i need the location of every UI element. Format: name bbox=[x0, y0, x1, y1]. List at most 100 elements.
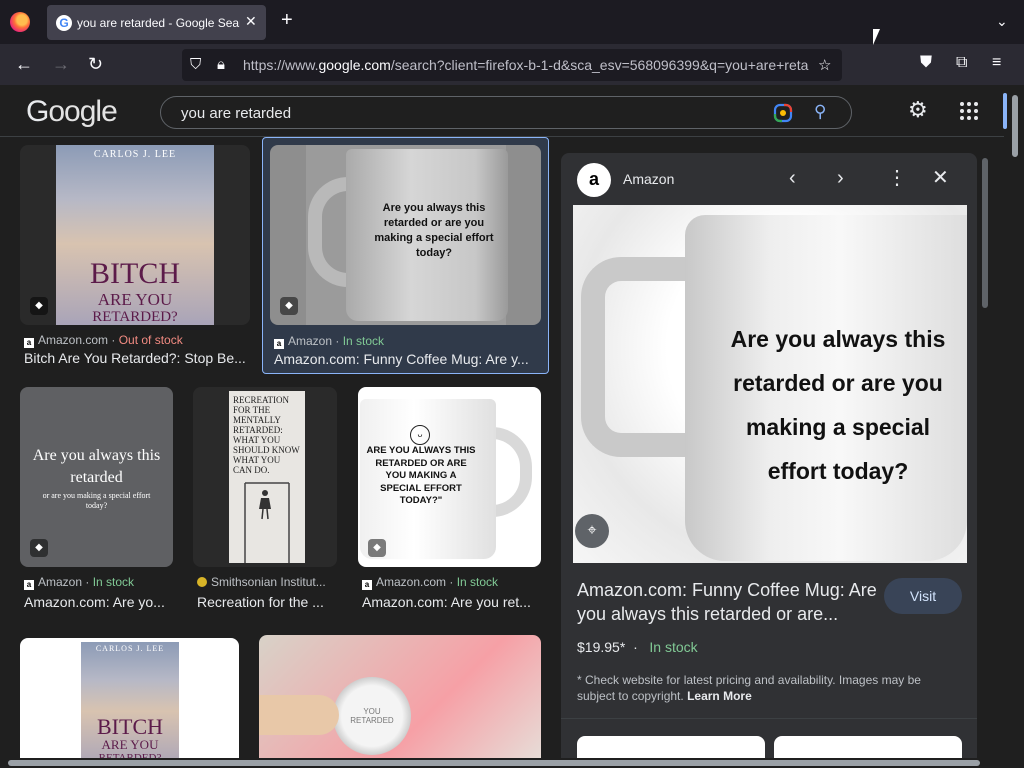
visit-button[interactable]: Visit bbox=[884, 578, 962, 614]
amazon-logo-icon[interactable]: a bbox=[577, 163, 611, 197]
image-result[interactable]: YOU RETARDED bbox=[259, 635, 541, 768]
mug-text-line: effort today? bbox=[767, 458, 909, 484]
result-title[interactable]: Amazon.com: Funny Coffee Mug: Are y... bbox=[274, 351, 540, 368]
close-icon[interactable]: ✕ bbox=[932, 167, 949, 189]
mug-text: Are you always this retarded or are you … bbox=[374, 202, 494, 259]
book-cover-image: CARLOS J. LEE BITCH ARE YOU RETARDED? bbox=[56, 145, 214, 325]
horizontal-scrollbar-thumb[interactable] bbox=[8, 760, 980, 766]
image-result-selected[interactable]: Are you always this retarded or are you … bbox=[262, 137, 549, 374]
thumb-text: or are you making a special effort today… bbox=[42, 491, 151, 510]
image-result[interactable]: CARLOS J. LEE BITCH ARE YOU RETARDED? ◆ … bbox=[20, 145, 250, 373]
mouse-cursor bbox=[873, 29, 880, 45]
panel-source[interactable]: Amazon bbox=[623, 171, 674, 188]
panel-header: a Amazon ‹ › ⋮ ✕ bbox=[561, 153, 977, 205]
tab-title: you are retarded - Google Search bbox=[77, 16, 240, 30]
result-thumbnail[interactable]: Are you always this retarded or are you … bbox=[20, 387, 173, 567]
search-icon[interactable]: ⚲ bbox=[814, 102, 826, 122]
mug-text: Are you always this retarded or are you … bbox=[725, 317, 951, 493]
google-header: Google you are retarded ⚲ ⚙ bbox=[0, 85, 1007, 137]
horizontal-scrollbar[interactable] bbox=[0, 758, 1024, 768]
result-thumbnail[interactable]: ᴗ ARE YOU ALWAYS THIS RETARDED OR ARE YO… bbox=[358, 387, 541, 567]
panel-price-line: $19.95* · In stock bbox=[577, 639, 698, 655]
thumb-text: Are you always this retarded bbox=[32, 447, 161, 486]
emoji-face-icon: ᴗ bbox=[410, 425, 430, 445]
panel-scrollbar[interactable] bbox=[982, 158, 988, 308]
google-lens-icon[interactable]: ⌖ bbox=[575, 514, 609, 548]
result-title[interactable]: Recreation for the ... bbox=[197, 594, 337, 611]
amazon-favicon-icon: a bbox=[274, 339, 284, 349]
chevron-left-icon[interactable]: ‹ bbox=[789, 167, 796, 189]
result-source: a Amazon.com · Out of stock bbox=[24, 333, 250, 348]
lock-icon[interactable]: 🔒︎ bbox=[217, 56, 225, 73]
image-result[interactable]: Are you always this retarded or are you … bbox=[20, 387, 173, 613]
divider bbox=[561, 718, 977, 719]
google-results-page: Google you are retarded ⚲ ⚙ CARLOS J. LE… bbox=[0, 85, 1024, 768]
search-query[interactable]: you are retarded bbox=[181, 105, 291, 122]
bookmark-star-icon[interactable]: ☆ bbox=[818, 56, 831, 74]
chevron-right-icon[interactable]: › bbox=[837, 167, 844, 189]
google-lens-icon[interactable] bbox=[773, 103, 793, 123]
shield-icon[interactable]: ⛉ bbox=[190, 56, 201, 73]
new-tab-icon[interactable]: + bbox=[281, 10, 293, 30]
book-title-line: BITCH bbox=[90, 257, 180, 290]
menu-hamburger-icon[interactable]: ≡ bbox=[992, 54, 1001, 72]
pocket-icon[interactable]: ⛊ bbox=[920, 54, 932, 72]
image-result[interactable]: CARLOS J. LEE BITCH ARE YOU RETARDED? bbox=[20, 638, 239, 768]
price-tag-icon: ◆ bbox=[30, 297, 48, 315]
url-text[interactable]: https://www.google.com/search?client=fir… bbox=[243, 57, 809, 74]
price-tag-icon: ◆ bbox=[280, 297, 298, 315]
mug-text: ARE YOU ALWAYS THIS RETARDED OR ARE YOU … bbox=[366, 445, 476, 506]
image-result[interactable]: ᴗ ARE YOU ALWAYS THIS RETARDED OR ARE YO… bbox=[358, 387, 541, 613]
preview-image[interactable]: Are you always this retarded or are you … bbox=[573, 205, 967, 563]
more-options-icon[interactable]: ⋮ bbox=[887, 167, 907, 189]
search-input[interactable]: you are retarded ⚲ bbox=[160, 96, 852, 129]
gear-icon[interactable]: ⚙ bbox=[908, 98, 928, 122]
url-bar[interactable]: ⛉ 🔒︎ https://www.google.com/search?clien… bbox=[182, 49, 842, 81]
close-tab-icon[interactable]: ✕ bbox=[245, 13, 257, 30]
page-scrollbar[interactable] bbox=[1012, 95, 1018, 157]
logo-letter: e bbox=[101, 95, 118, 128]
thumb-text: RECREATION FOR THE MENTALLY RETARDED: WH… bbox=[233, 395, 300, 475]
scroll-indicator bbox=[1003, 93, 1007, 129]
learn-more-link[interactable]: Learn More bbox=[687, 689, 752, 703]
result-source: a Amazon.com · In stock bbox=[362, 575, 541, 590]
result-title[interactable]: Amazon.com: Are yo... bbox=[24, 594, 173, 611]
book-title-line: ARE YOU bbox=[97, 290, 173, 309]
google-favicon-icon: G bbox=[56, 15, 72, 31]
result-thumbnail[interactable]: RECREATION FOR THE MENTALLY RETARDED: WH… bbox=[193, 387, 337, 567]
result-source: a Amazon · In stock bbox=[274, 334, 544, 349]
book-title-line: ARE YOU bbox=[101, 737, 159, 752]
mug-text-line: retarded or are you bbox=[733, 370, 943, 396]
result-thumbnail[interactable]: CARLOS J. LEE BITCH ARE YOU RETARDED? bbox=[20, 638, 239, 768]
result-source: Smithsonian Institut... bbox=[197, 575, 337, 589]
book-title-line: RETARDED? bbox=[92, 309, 178, 325]
extensions-icon[interactable]: ⧉ bbox=[956, 54, 967, 72]
reload-icon[interactable]: ↻ bbox=[88, 53, 103, 75]
smithsonian-favicon-icon bbox=[197, 577, 207, 587]
amazon-favicon-icon: a bbox=[362, 580, 372, 590]
firefox-icon[interactable] bbox=[10, 12, 30, 32]
book-title-line: BITCH bbox=[97, 714, 163, 739]
result-thumbnail[interactable]: YOU RETARDED bbox=[259, 635, 541, 768]
book-cover-image: CARLOS J. LEE BITCH ARE YOU RETARDED? bbox=[81, 642, 179, 768]
chevron-down-icon[interactable]: ⌄ bbox=[996, 13, 1008, 30]
google-logo[interactable]: Google bbox=[26, 95, 118, 129]
logo-letter: o bbox=[48, 95, 65, 128]
figure-illustration bbox=[244, 482, 290, 563]
book-author: CARLOS J. LEE bbox=[95, 644, 165, 653]
image-preview-panel: a Amazon ‹ › ⋮ ✕ Are you always this ret… bbox=[561, 153, 977, 768]
mug-handle bbox=[581, 257, 701, 457]
back-arrow-icon[interactable]: ← bbox=[15, 53, 33, 75]
price-tag-icon: ◆ bbox=[30, 539, 48, 557]
mug-text-line: making a special bbox=[745, 414, 931, 440]
book-author: CARLOS J. LEE bbox=[93, 149, 177, 160]
tab-active[interactable]: G you are retarded - Google Search ✕ bbox=[47, 5, 266, 40]
result-thumbnail[interactable]: Are you always this retarded or are you … bbox=[270, 145, 541, 325]
forward-arrow-icon[interactable]: → bbox=[52, 53, 70, 75]
apps-grid-icon[interactable] bbox=[960, 102, 978, 120]
result-thumbnail[interactable]: CARLOS J. LEE BITCH ARE YOU RETARDED? ◆ bbox=[20, 145, 250, 325]
result-title[interactable]: Amazon.com: Are you ret... bbox=[362, 594, 541, 611]
panel-title[interactable]: Amazon.com: Funny Coffee Mug: Are you al… bbox=[577, 578, 877, 626]
image-result[interactable]: RECREATION FOR THE MENTALLY RETARDED: WH… bbox=[193, 387, 337, 613]
result-title[interactable]: Bitch Are You Retarded?: Stop Be... bbox=[24, 350, 250, 367]
